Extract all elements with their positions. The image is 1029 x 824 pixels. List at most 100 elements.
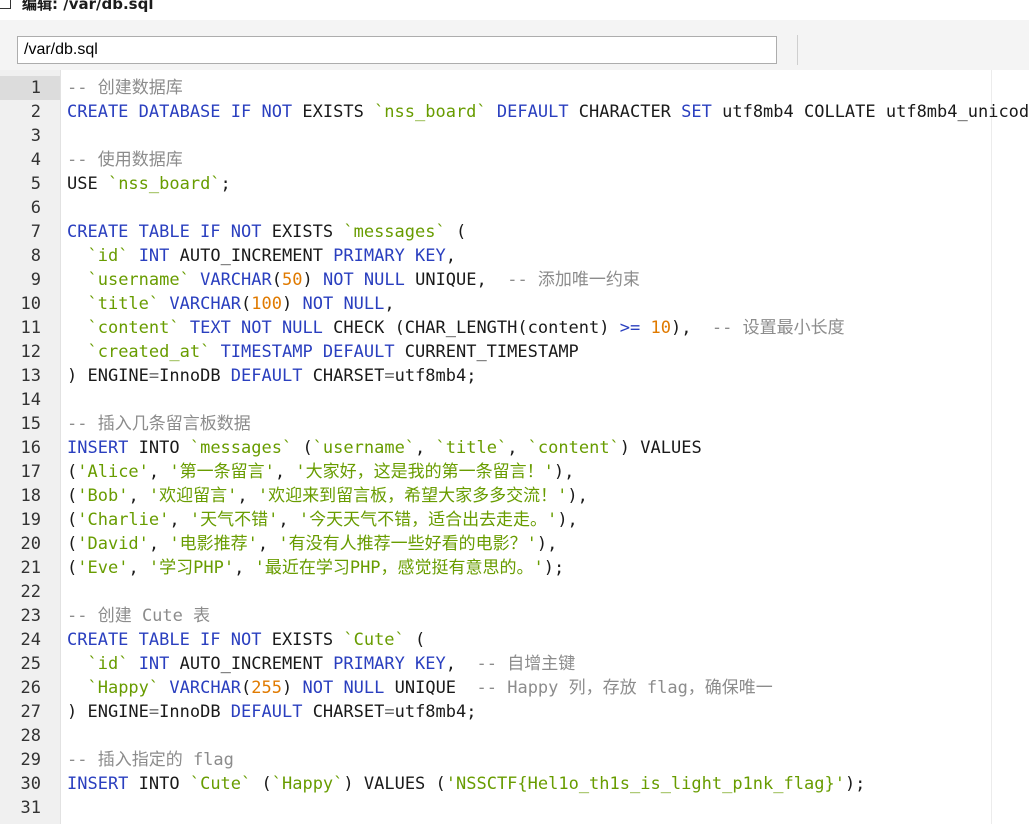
- code-line[interactable]: 4 -- 使用数据库: [0, 148, 1029, 172]
- code-editor[interactable]: 1 -- 创建数据库 2 CREATE DATABASE IF NOT EXISTS …: [0, 70, 1029, 824]
- code-line[interactable]: 16 INSERT INTO `messages` (`username`, `t…: [0, 436, 1029, 460]
- plain-token: (: [271, 270, 282, 290]
- line-text[interactable]: ('Bob', '欢迎留言', '欢迎来到留言板，希望大家多多交流！'),: [67, 484, 588, 508]
- string-token: '有没有人推荐一些好看的电影？': [278, 534, 537, 554]
- code-line[interactable]: 6: [0, 196, 1029, 220]
- line-text[interactable]: CREATE TABLE IF NOT EXISTS `messages` (: [67, 220, 466, 244]
- code-line[interactable]: 25 `id` INT AUTO_INCREMENT PRIMARY KEY, …: [0, 652, 1029, 676]
- code-line[interactable]: 10 `title` VARCHAR(100) NOT NULL,: [0, 292, 1029, 316]
- line-text[interactable]: ('David', '电影推荐', '有没有人推荐一些好看的电影？'),: [67, 532, 557, 556]
- line-text[interactable]: `Happy` VARCHAR(255) NOT NULL UNIQUE -- …: [67, 676, 772, 700]
- plain-token: ) ENGINE: [67, 702, 149, 722]
- line-text[interactable]: `content` TEXT NOT NULL CHECK (CHAR_LENG…: [67, 316, 844, 340]
- keyword-token: NOT NULL: [322, 270, 405, 290]
- line-number: 30: [20, 774, 41, 794]
- line-text[interactable]: ) ENGINE=InnoDB DEFAULT CHARSET=utf8mb4;: [67, 700, 476, 724]
- code-line[interactable]: 27) ENGINE=InnoDB DEFAULT CHARSET=utf8mb…: [0, 700, 1029, 724]
- comment-token: -- 插入指定的 flag: [67, 750, 234, 770]
- plain-token: ) VALUES: [619, 438, 702, 458]
- line-number: 20: [20, 534, 41, 554]
- code-line[interactable]: 30 INSERT INTO `Cute` (`Happy`) VALUES ('…: [0, 772, 1029, 796]
- code-line[interactable]: 23 -- 创建 Cute 表: [0, 604, 1029, 628]
- plain-token: (: [67, 510, 78, 530]
- code-line[interactable]: 11 `content` TEXT NOT NULL CHECK (CHAR_L…: [0, 316, 1029, 340]
- string-token: `id`: [87, 246, 129, 266]
- line-text[interactable]: ('Eve', '学习PHP', '最近在学习PHP，感觉挺有意思的。');: [67, 556, 564, 580]
- line-text[interactable]: -- 创建数据库: [67, 76, 183, 100]
- line-text[interactable]: ('Charlie', '天气不错', '今天天气不错，适合出去走走。'),: [67, 508, 578, 532]
- string-token: `content`: [527, 438, 620, 458]
- number-token: 255: [251, 678, 283, 698]
- plain-token: ,: [237, 486, 258, 506]
- code-line[interactable]: 8 `id` INT AUTO_INCREMENT PRIMARY KEY,: [0, 244, 1029, 268]
- code-line[interactable]: 2 CREATE DATABASE IF NOT EXISTS `nss_boar…: [0, 100, 1029, 124]
- code-line[interactable]: 13) ENGINE=InnoDB DEFAULT CHARSET=utf8mb…: [0, 364, 1029, 388]
- code-line[interactable]: 5 USE `nss_board`;: [0, 172, 1029, 196]
- code-line[interactable]: 22: [0, 580, 1029, 604]
- line-text[interactable]: `id` INT AUTO_INCREMENT PRIMARY KEY,: [67, 244, 456, 268]
- line-text[interactable]: INSERT INTO `Cute` (`Happy`) VALUES ('NS…: [67, 772, 865, 796]
- comment-token: -- 插入几条留言板数据: [67, 414, 251, 434]
- plain-token: ): [282, 678, 303, 698]
- line-text[interactable]: INSERT INTO `messages` (`username`, `tit…: [67, 436, 702, 460]
- code-line[interactable]: 28: [0, 724, 1029, 748]
- line-text[interactable]: ) ENGINE=InnoDB DEFAULT CHARSET=utf8mb4;: [67, 364, 476, 388]
- code-line[interactable]: 26 `Happy` VARCHAR(255) NOT NULL UNIQUE …: [0, 676, 1029, 700]
- plain-token: ,: [445, 654, 477, 674]
- plain-token: ): [302, 270, 323, 290]
- line-number: 29: [20, 750, 41, 770]
- string-token: 'NSSCTF{Hel1o_th1s_is_light_p1nk_flag}': [445, 774, 845, 794]
- plain-token: ),: [553, 462, 575, 482]
- line-text[interactable]: CREATE DATABASE IF NOT EXISTS `nss_board…: [67, 100, 1029, 124]
- code-line[interactable]: 15 -- 插入几条留言板数据: [0, 412, 1029, 436]
- line-number: 25: [20, 654, 41, 674]
- line-text[interactable]: -- 插入指定的 flag: [67, 748, 234, 772]
- line-text[interactable]: ('Alice', '第一条留言', '大家好，这是我的第一条留言！'),: [67, 460, 574, 484]
- line-text[interactable]: -- 创建 Cute 表: [67, 604, 210, 628]
- code-line[interactable]: 17 ('Alice', '第一条留言', '大家好，这是我的第一条留言！'),: [0, 460, 1029, 484]
- string-token: 'Eve': [77, 558, 129, 578]
- code-line[interactable]: 3: [0, 124, 1029, 148]
- string-token: `nss_board`: [374, 102, 487, 122]
- code-line[interactable]: 21 ('Eve', '学习PHP', '最近在学习PHP，感觉挺有意思的。');: [0, 556, 1029, 580]
- plain-token: ,: [148, 534, 170, 554]
- plain-token: );: [543, 558, 565, 578]
- plain-token: (: [292, 438, 313, 458]
- line-number: 7: [30, 222, 41, 242]
- code-line[interactable]: 29 -- 插入指定的 flag: [0, 748, 1029, 772]
- code-line[interactable]: 20 ('David', '电影推荐', '有没有人推荐一些好看的电影？'),: [0, 532, 1029, 556]
- line-number: 10: [20, 294, 41, 314]
- line-text[interactable]: -- 使用数据库: [67, 148, 183, 172]
- keyword-token: DEFAULT: [230, 702, 303, 722]
- file-path-input[interactable]: [17, 36, 777, 64]
- plain-token: ,: [128, 486, 149, 506]
- code-line[interactable]: 18 ('Bob', '欢迎留言', '欢迎来到留言板，希望大家多多交流！'),: [0, 484, 1029, 508]
- line-text[interactable]: -- 插入几条留言板数据: [67, 412, 251, 436]
- line-text[interactable]: `username` VARCHAR(50) NOT NULL UNIQUE, …: [67, 268, 639, 292]
- line-text[interactable]: `created_at` TIMESTAMP DEFAULT CURRENT_T…: [67, 340, 578, 364]
- plain-token: ;: [220, 174, 231, 194]
- code-line[interactable]: 9 `username` VARCHAR(50) NOT NULL UNIQUE…: [0, 268, 1029, 292]
- code-line[interactable]: 14: [0, 388, 1029, 412]
- plain-token: EXISTS: [261, 222, 344, 242]
- plain-token: utf8mb4;: [394, 702, 477, 722]
- line-text[interactable]: `title` VARCHAR(100) NOT NULL,: [67, 292, 394, 316]
- code-line[interactable]: 31: [0, 796, 1029, 820]
- code-line[interactable]: 1 -- 创建数据库: [0, 76, 1029, 100]
- code-line[interactable]: 24 CREATE TABLE IF NOT EXISTS `Cute` (: [0, 628, 1029, 652]
- path-bar-divider: [797, 35, 798, 65]
- line-number: 15: [20, 414, 41, 434]
- code-line[interactable]: 19 ('Charlie', '天气不错', '今天天气不错，适合出去走走。'),: [0, 508, 1029, 532]
- plain-token: EXISTS: [261, 630, 344, 650]
- code-line[interactable]: 12 `created_at` TIMESTAMP DEFAULT CURREN…: [0, 340, 1029, 364]
- keyword-token: CREATE TABLE IF NOT: [67, 630, 262, 650]
- code-line[interactable]: 7 CREATE TABLE IF NOT EXISTS `messages` (: [0, 220, 1029, 244]
- line-text[interactable]: USE `nss_board`;: [67, 172, 231, 196]
- line-text[interactable]: CREATE TABLE IF NOT EXISTS `Cute` (: [67, 628, 425, 652]
- line-text[interactable]: `id` INT AUTO_INCREMENT PRIMARY KEY, -- …: [67, 652, 575, 676]
